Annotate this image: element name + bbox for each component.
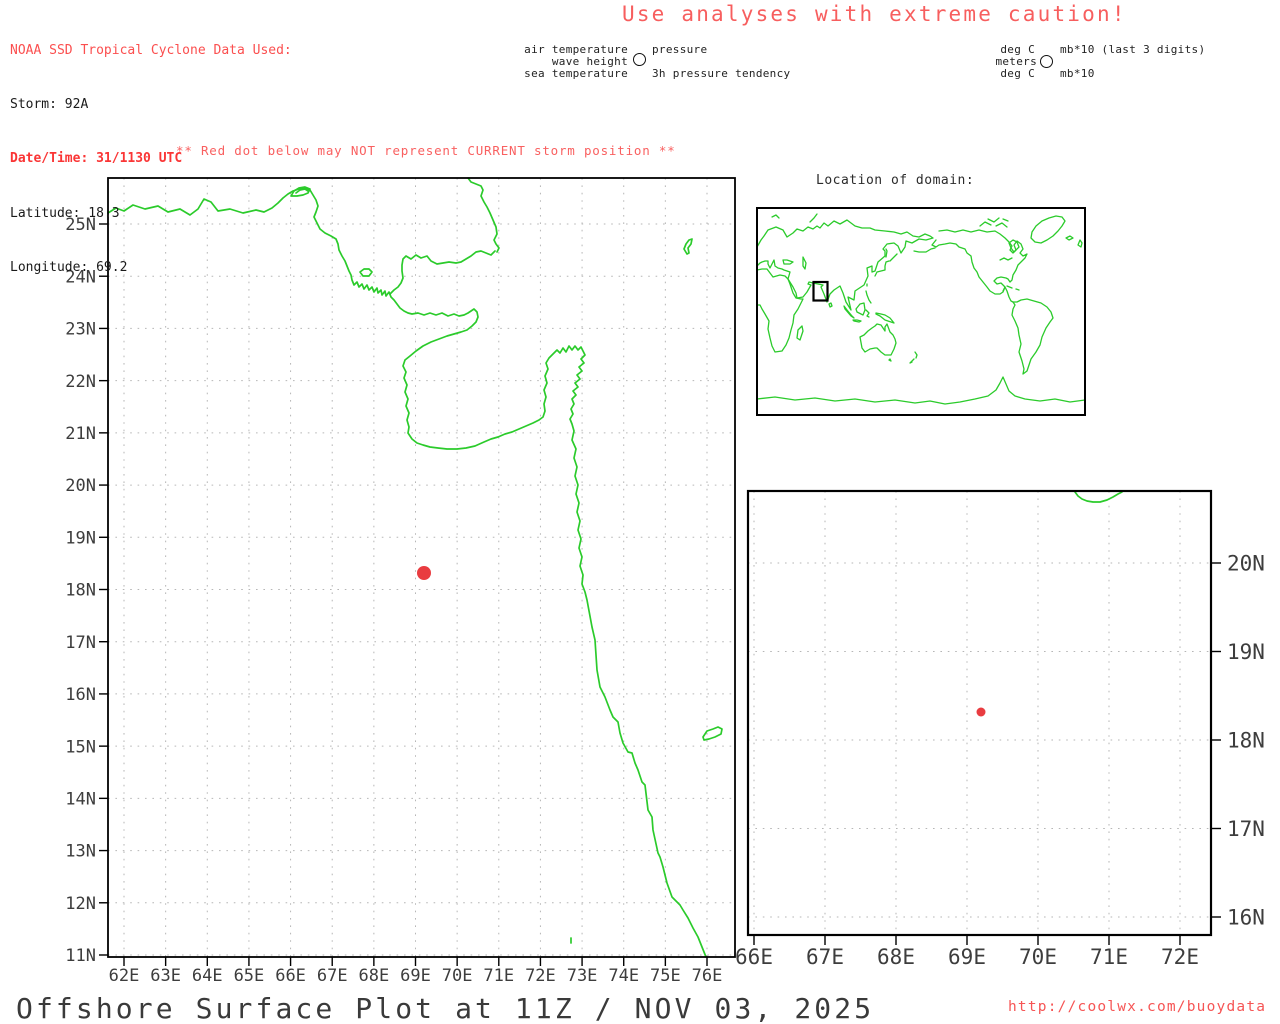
world-aleutians — [913, 247, 936, 253]
world-antarctica — [756, 376, 1086, 405]
zoom-lon-label: 71E — [1090, 945, 1128, 969]
main-lat-label: 13N — [65, 842, 96, 862]
main-lat-label: 23N — [65, 320, 96, 340]
main-lon-label: 71E — [483, 966, 514, 986]
world-borneo — [855, 302, 866, 316]
world-caspian — [802, 256, 807, 270]
main-lon-label: 73E — [567, 966, 598, 986]
world-new-guinea — [875, 312, 895, 324]
storm-position-dot — [417, 566, 431, 580]
main-lon-label: 63E — [150, 966, 181, 986]
zoom-storm-dot — [976, 707, 986, 717]
world-africa — [756, 268, 804, 353]
delta-lagoon — [359, 268, 373, 277]
main-lat-label: 21N — [65, 424, 96, 444]
units-circle-icon — [1040, 55, 1053, 68]
storm-position-warning: ** Red dot below may NOT represent CURRE… — [176, 143, 676, 158]
main-lon-label: 65E — [234, 966, 265, 986]
zoom-lon-label: 68E — [877, 945, 915, 969]
main-lat-label: 14N — [65, 789, 96, 809]
rann-shoreline — [389, 250, 496, 295]
storm-id-line: Storm: 92A — [10, 97, 89, 113]
world-kurils — [889, 253, 898, 262]
world-iceland — [1065, 235, 1074, 241]
inland-lake — [702, 726, 723, 741]
world-map-inset — [756, 207, 1086, 416]
world-na-west — [931, 239, 1014, 303]
zoom-lon-label: 72E — [1161, 945, 1199, 969]
main-lat-label: 22N — [65, 372, 96, 392]
main-lon-label: 64E — [192, 966, 223, 986]
main-lat-label: 20N — [65, 476, 96, 496]
noaa-data-line: NOAA SSD Tropical Cyclone Data Used: — [10, 43, 292, 58]
main-lat-label: 17N — [65, 633, 96, 653]
zoom-lat-label: 18N — [1227, 729, 1265, 753]
world-caribbean — [1006, 285, 1020, 291]
world-java — [852, 319, 862, 323]
pressure-tendency-label: 3h pressure tendency — [652, 67, 791, 80]
zoom-lat-label: 19N — [1227, 640, 1265, 664]
pressure-label: pressure — [652, 43, 708, 56]
main-lat-label: 19N — [65, 528, 96, 548]
world-sakhalin — [885, 248, 888, 258]
rann-east-shoreline — [467, 177, 500, 253]
station-circle-icon — [633, 53, 646, 66]
zoom-coastline — [1074, 491, 1123, 503]
source-url-link[interactable]: http://coolwx.com/buoydata — [1008, 999, 1266, 1015]
zoom-map-grid: 66E 67E 68E 69E 70E 71E 72E 20N 19N 18N 17N 16N — [735, 491, 1265, 969]
main-lat-label: 16N — [65, 685, 96, 705]
main-lon-label: 67E — [317, 966, 348, 986]
latitude-line: Latitude: 18.3 — [10, 205, 120, 221]
zoom-lat-label: 17N — [1227, 817, 1265, 841]
zoom-lon-label: 66E — [735, 945, 773, 969]
sea-temperature-label: sea temperature — [524, 67, 628, 80]
world-great-lakes — [999, 257, 1013, 261]
longitude-line: Longitude: 69.2 — [10, 259, 128, 275]
world-australia — [859, 323, 897, 356]
world-greenland — [1030, 215, 1066, 244]
main-lat-label: 11N — [65, 946, 96, 966]
world-uk — [1077, 239, 1083, 248]
small-lake-ne — [683, 238, 693, 255]
caution-banner: Use analyses with extreme caution! — [622, 2, 1127, 26]
zoom-map: 66E 67E 68E 69E 70E 71E 72E 20N 19N 18N 17N 16N — [735, 489, 1265, 969]
main-lon-label: 72E — [525, 966, 556, 986]
plot-title: Offshore Surface Plot at 11Z / NOV 03, 2… — [16, 992, 875, 1024]
offshore-surface-plot-page: 62E 63E 64E 65E 66E 67E 68E 69E 70E 71E 72E 73E 74E 7… — [0, 0, 1280, 1024]
main-lon-label: 66E — [275, 966, 306, 986]
zoom-lat-label: 16N — [1227, 906, 1265, 930]
main-lon-label: 69E — [400, 966, 431, 986]
world-tasmania — [888, 358, 892, 362]
world-black-sea — [782, 259, 794, 265]
main-lon-label: 76E — [692, 966, 723, 986]
world-new-zealand — [909, 351, 918, 364]
zoom-lon-label: 67E — [806, 945, 844, 969]
world-sri-lanka — [828, 302, 833, 308]
world-eurasia — [756, 219, 934, 311]
main-lon-label: 74E — [608, 966, 639, 986]
lagoon-loop — [290, 186, 311, 197]
main-lat-label: 15N — [65, 737, 96, 757]
world-svalbard — [771, 213, 818, 223]
world-sulawesi — [865, 309, 870, 318]
main-lon-label: 75E — [650, 966, 681, 986]
tendency-units: mb*10 — [1060, 67, 1095, 80]
main-lat-label: 18N — [65, 581, 96, 601]
storm-info-block: NOAA SSD Tropical Cyclone Data Used: Sto… — [10, 5, 292, 314]
domain-inset-title: Location of domain: — [816, 173, 975, 188]
zoom-lon-label: 69E — [948, 945, 986, 969]
main-lon-label: 70E — [442, 966, 473, 986]
main-lon-label: 68E — [358, 966, 389, 986]
zoom-lon-label: 70E — [1019, 945, 1057, 969]
sea-temp-units: deg C — [1000, 67, 1035, 80]
main-lon-label: 62E — [109, 966, 140, 986]
world-madagascar — [796, 325, 804, 341]
world-philippines — [865, 290, 872, 304]
world-south-america — [1011, 298, 1054, 375]
world-arctic-islands — [979, 217, 1009, 228]
main-lat-label: 12N — [65, 894, 96, 914]
pressure-units: mb*10 (last 3 digits) — [1060, 43, 1206, 56]
zoom-lat-label: 20N — [1227, 552, 1265, 576]
